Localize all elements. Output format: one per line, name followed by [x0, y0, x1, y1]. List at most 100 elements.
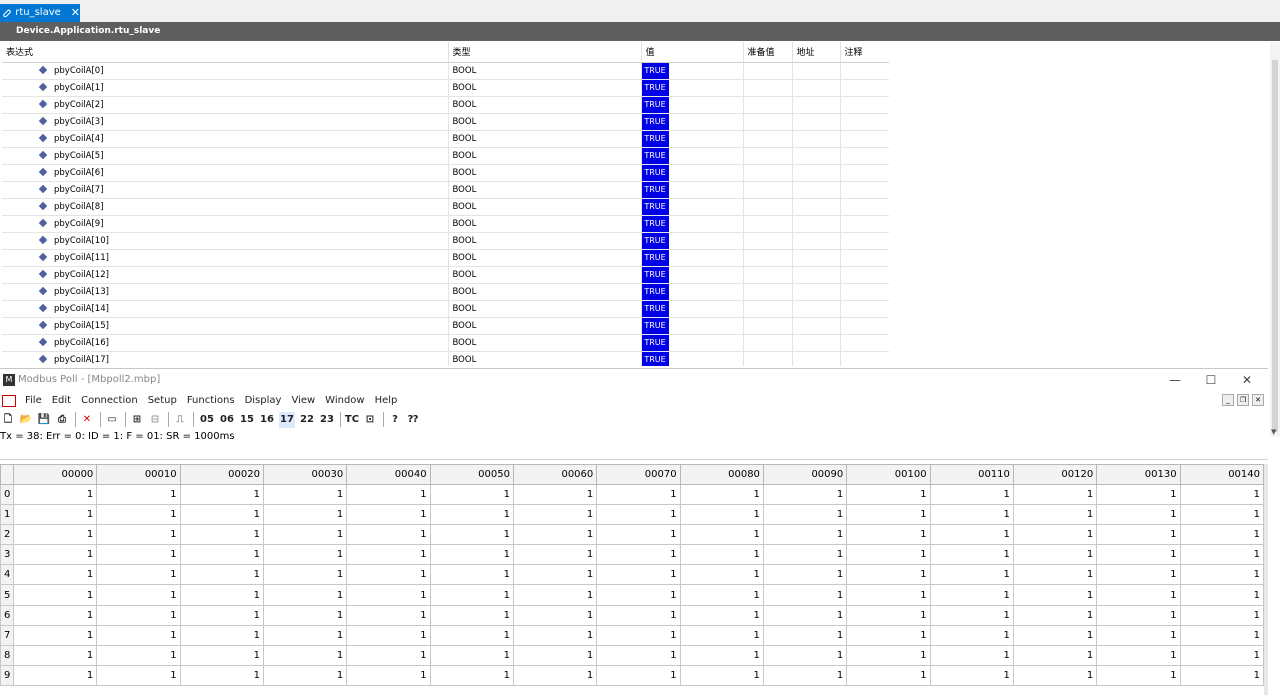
coil-cell[interactable]: 1 — [179, 604, 264, 626]
coil-cell[interactable]: 1 — [12, 544, 98, 566]
prepared-value-cell[interactable] — [743, 317, 793, 335]
coil-cell[interactable]: 1 — [1179, 544, 1264, 566]
coil-cell[interactable]: 1 — [262, 624, 348, 646]
value-cell[interactable]: TRUE — [641, 96, 744, 114]
coil-cell[interactable]: 1 — [1012, 604, 1098, 626]
column-header[interactable]: 类型 — [448, 42, 642, 63]
coil-cell[interactable]: 1 — [596, 664, 681, 686]
coil-cell[interactable]: 1 — [929, 524, 1014, 546]
value-cell[interactable]: TRUE — [641, 130, 744, 148]
coil-cell[interactable]: 1 — [762, 524, 848, 546]
watch-row[interactable]: pbyCoilA[5] BOOL TRUE — [2, 147, 889, 165]
value-cell[interactable]: TRUE — [641, 300, 744, 318]
function-code-button[interactable]: 15 — [239, 412, 255, 428]
coil-cell[interactable]: 1 — [96, 644, 181, 666]
watch-scrollbar[interactable]: ▼ — [1270, 42, 1280, 437]
watch-row[interactable]: pbyCoilA[16] BOOL TRUE — [2, 334, 889, 352]
coil-cell[interactable]: 1 — [96, 504, 181, 526]
prepared-value-cell[interactable] — [743, 96, 793, 114]
coil-cell[interactable]: 1 — [929, 483, 1014, 506]
prepared-value-cell[interactable] — [743, 283, 793, 301]
coil-cell[interactable]: 1 — [346, 483, 431, 506]
watch-row[interactable]: pbyCoilA[0] BOOL TRUE — [2, 62, 889, 80]
value-cell[interactable]: TRUE — [641, 62, 744, 80]
coil-cell[interactable]: 1 — [512, 483, 598, 506]
coil-cell[interactable]: 1 — [679, 604, 764, 626]
function-code-button[interactable]: 17 — [279, 411, 295, 428]
coil-cell[interactable]: 1 — [346, 564, 431, 586]
value-cell[interactable]: TRUE — [641, 181, 744, 199]
coil-cell[interactable]: 1 — [429, 584, 514, 606]
minimize-button[interactable]: — — [1160, 369, 1190, 391]
coil-cell[interactable]: 1 — [762, 504, 848, 526]
coil-cell[interactable]: 1 — [679, 483, 764, 506]
coil-cell[interactable]: 1 — [846, 483, 931, 506]
coil-cell[interactable]: 1 — [96, 483, 181, 506]
connect-icon[interactable]: ⊞ — [129, 412, 145, 428]
coil-cell[interactable]: 1 — [846, 504, 931, 526]
coil-cell[interactable]: 1 — [596, 504, 681, 526]
coil-cell[interactable]: 1 — [762, 544, 848, 566]
value-cell[interactable]: TRUE — [641, 164, 744, 182]
coil-cell[interactable]: 1 — [1012, 664, 1098, 686]
coil-cell[interactable]: 1 — [1096, 483, 1181, 506]
prepared-value-cell[interactable] — [743, 147, 793, 165]
mdi-restore-button[interactable]: ❐ — [1237, 394, 1249, 406]
coil-cell[interactable]: 1 — [846, 564, 931, 586]
coil-cell[interactable]: 1 — [429, 624, 514, 646]
coil-cell[interactable]: 1 — [12, 524, 98, 546]
coil-cell[interactable]: 1 — [429, 483, 514, 506]
coil-cell[interactable]: 1 — [1096, 544, 1181, 566]
prepared-value-cell[interactable] — [743, 198, 793, 216]
watch-row[interactable]: pbyCoilA[14] BOOL TRUE — [2, 300, 889, 318]
coil-cell[interactable]: 1 — [346, 644, 431, 666]
coil-cell[interactable]: 1 — [762, 624, 848, 646]
coil-cell[interactable]: 1 — [262, 564, 348, 586]
coil-cell[interactable]: 1 — [1096, 644, 1181, 666]
coil-cell[interactable]: 1 — [1179, 483, 1264, 506]
column-header[interactable]: 注释 — [840, 42, 889, 63]
coil-cell[interactable]: 1 — [512, 544, 598, 566]
coil-cell[interactable]: 1 — [1096, 524, 1181, 546]
coil-cell[interactable]: 1 — [262, 584, 348, 606]
coil-cell[interactable]: 1 — [1179, 584, 1264, 606]
coil-cell[interactable]: 1 — [1096, 584, 1181, 606]
coil-cell[interactable]: 1 — [762, 644, 848, 666]
close-button[interactable]: ✕ — [1232, 369, 1262, 391]
menu-item-functions[interactable]: Functions — [187, 395, 235, 406]
coil-cell[interactable]: 1 — [929, 644, 1014, 666]
coil-cell[interactable]: 1 — [179, 544, 264, 566]
coil-cell[interactable]: 1 — [179, 504, 264, 526]
coil-cell[interactable]: 1 — [596, 644, 681, 666]
coil-cell[interactable]: 1 — [429, 504, 514, 526]
function-code-button[interactable]: 22 — [299, 412, 315, 428]
coil-cell[interactable]: 1 — [346, 544, 431, 566]
menu-item-window[interactable]: Window — [325, 395, 364, 406]
value-cell[interactable]: TRUE — [641, 334, 744, 352]
coil-cell[interactable]: 1 — [679, 664, 764, 686]
prepared-value-cell[interactable] — [743, 249, 793, 267]
watch-row[interactable]: pbyCoilA[17] BOOL TRUE — [2, 351, 889, 366]
value-cell[interactable]: TRUE — [641, 317, 744, 335]
menu-item-setup[interactable]: Setup — [148, 395, 177, 406]
value-cell[interactable]: TRUE — [641, 113, 744, 131]
scroll-down-icon[interactable]: ▼ — [1271, 428, 1276, 436]
watch-row[interactable]: pbyCoilA[2] BOOL TRUE — [2, 96, 889, 114]
coil-cell[interactable]: 1 — [12, 604, 98, 626]
disconnect-icon[interactable]: ⊟ — [147, 412, 163, 428]
coil-cell[interactable]: 1 — [346, 604, 431, 626]
print-icon[interactable]: ⎙ — [54, 412, 70, 428]
coil-cell[interactable]: 1 — [262, 483, 348, 506]
coil-cell[interactable]: 1 — [596, 584, 681, 606]
coil-cell[interactable]: 1 — [1179, 504, 1264, 526]
coil-cell[interactable]: 1 — [262, 604, 348, 626]
coil-cell[interactable]: 1 — [596, 624, 681, 646]
menu-item-connection[interactable]: Connection — [81, 395, 138, 406]
coil-cell[interactable]: 1 — [679, 564, 764, 586]
watch-row[interactable]: pbyCoilA[11] BOOL TRUE — [2, 249, 889, 267]
function-code-button[interactable]: 06 — [219, 412, 235, 428]
coil-cell[interactable]: 1 — [1179, 524, 1264, 546]
coil-cell[interactable]: 1 — [1012, 483, 1098, 506]
watch-row[interactable]: pbyCoilA[15] BOOL TRUE — [2, 317, 889, 335]
coil-cell[interactable]: 1 — [262, 524, 348, 546]
